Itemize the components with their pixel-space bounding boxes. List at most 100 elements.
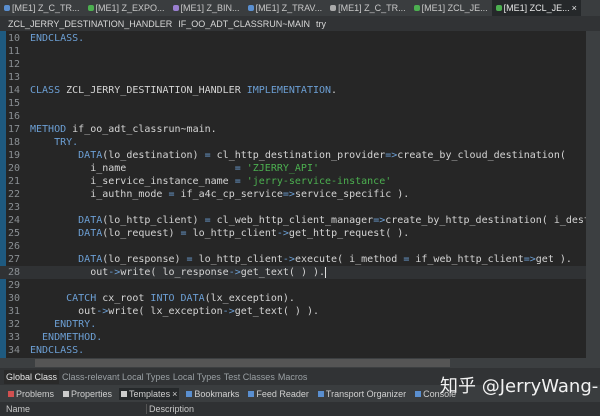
code-text: i_name = 'ZJERRY_API' xyxy=(30,162,319,175)
code-line: 12 xyxy=(0,58,586,71)
line-number: 28 xyxy=(8,267,21,278)
code-line: 32 ENDTRY. xyxy=(0,318,586,331)
code-text: DATA(lo_response) = lo_http_client->exec… xyxy=(30,253,572,266)
code-line: 15 xyxy=(0,97,586,110)
line-number: 16 xyxy=(8,111,21,122)
line-number: 26 xyxy=(8,241,21,252)
view-label: Problems xyxy=(16,388,55,399)
view-icon xyxy=(8,390,14,397)
tab-label: [ME1] Z_C_TR... xyxy=(338,3,406,13)
horizontal-scrollbar[interactable] xyxy=(0,358,600,368)
code-token: get_text( ) ). xyxy=(234,306,320,317)
class-tab[interactable]: Test Classes xyxy=(224,372,275,382)
view-tab[interactable]: Transport Organizer xyxy=(316,388,408,400)
view-tab[interactable]: Problems xyxy=(6,388,56,400)
code-token: => xyxy=(373,215,386,226)
column-name[interactable]: Name xyxy=(6,404,30,414)
editor-tab[interactable]: [ME1] Z_TRAV... xyxy=(244,0,327,16)
code-token: DATA xyxy=(30,228,103,239)
code-token: -> xyxy=(282,254,295,265)
code-text: out->write( lo_response->get_text( ) ). xyxy=(30,266,327,279)
line-number: 12 xyxy=(8,59,21,70)
code-token: create_by_http_destination( i_destinatio… xyxy=(385,215,586,226)
line-number: 20 xyxy=(8,163,21,174)
code-line: 18 TRY. xyxy=(0,136,586,149)
code-line: 28 out->write( lo_response->get_text( ) … xyxy=(0,266,586,279)
line-number: 25 xyxy=(8,228,21,239)
code-token: -> xyxy=(96,306,109,317)
view-icon xyxy=(121,390,128,397)
code-token: CLASS xyxy=(30,85,67,96)
class-tab[interactable]: Macros xyxy=(278,372,308,382)
code-token: (lo_http_client) xyxy=(102,215,205,226)
view-tab[interactable]: Feed Reader xyxy=(246,388,311,400)
column-description[interactable]: Description xyxy=(146,404,194,414)
code-token: out xyxy=(30,306,97,317)
close-icon[interactable]: × xyxy=(172,389,177,399)
editor-tab[interactable]: [ME1] Z_EXPO... xyxy=(84,0,169,16)
editor-tab[interactable]: [ME1] ZCL_JE... × xyxy=(491,0,581,16)
code-token: (lo_destination) xyxy=(102,150,205,161)
class-tab[interactable]: Local Types xyxy=(173,372,221,382)
class-tab[interactable]: Class-relevant Local Types xyxy=(62,372,170,382)
code-text: ENDTRY. xyxy=(30,318,96,331)
line-number: 22 xyxy=(8,189,21,200)
scroll-thumb[interactable] xyxy=(35,359,450,367)
code-editor[interactable]: 10 ENDCLASS. 11 12 13 14 CLASS ZCL_JERRY_DESTI… xyxy=(0,31,586,358)
breadcrumb-block[interactable]: try xyxy=(316,19,326,29)
view-tab[interactable]: Bookmarks xyxy=(184,388,241,400)
code-text: METHOD if_oo_adt_classrun~main. xyxy=(30,123,217,136)
code-line: 20 i_name = 'ZJERRY_API' xyxy=(0,162,586,175)
code-line: 25 DATA(lo_request) = lo_http_client->ge… xyxy=(0,227,586,240)
view-icon xyxy=(415,390,422,397)
code-token: (lx_exception). xyxy=(204,293,295,304)
line-number: 19 xyxy=(8,150,21,161)
line-number: 33 xyxy=(8,332,21,343)
code-token: INTO DATA xyxy=(150,293,205,304)
code-token: = xyxy=(234,176,247,187)
editor-tab[interactable]: [ME1] Z_C_TR... xyxy=(0,0,84,16)
code-token: (lo_request) xyxy=(102,228,181,239)
code-token: => xyxy=(282,189,295,200)
view-tab[interactable]: Templates × xyxy=(119,387,180,400)
editor-tab-bar: [ME1] Z_C_TR... [ME1] Z_EXPO... [ME1] Z_BI… xyxy=(0,0,600,16)
editor-tab[interactable]: [ME1] Z_BIN... xyxy=(169,0,244,16)
code-token: = xyxy=(186,254,199,265)
code-token: ENDCLASS. xyxy=(30,345,85,356)
close-icon[interactable]: × xyxy=(572,3,577,13)
vertical-scrollbar[interactable] xyxy=(586,31,600,358)
code-token: = xyxy=(180,228,193,239)
line-number: 29 xyxy=(8,280,21,291)
line-number: 24 xyxy=(8,215,21,226)
code-token: DATA xyxy=(30,150,103,161)
code-line: 29 xyxy=(0,279,586,292)
code-token: = xyxy=(403,254,416,265)
tab-label: [ME1] Z_TRAV... xyxy=(255,3,323,13)
editor-tab[interactable]: [ME1] ZCL_JE... xyxy=(410,0,492,16)
breadcrumb-method[interactable]: IF_OO_ADT_CLASSRUN~MAIN xyxy=(178,19,310,29)
code-token: lo_http_client xyxy=(192,228,277,239)
view-tab[interactable]: Properties xyxy=(61,388,114,400)
class-tab[interactable]: Global Class xyxy=(4,369,60,384)
code-token: i_name xyxy=(30,163,235,174)
view-label: Transport Organizer xyxy=(325,388,407,399)
view-icon xyxy=(186,390,193,397)
line-number: 15 xyxy=(8,98,21,109)
code-token: out xyxy=(30,267,109,278)
text-caret xyxy=(325,266,327,278)
code-token: get_text( ) ). xyxy=(240,267,326,278)
code-token: ENDMETHOD. xyxy=(30,332,103,343)
code-text: CATCH cx_root INTO DATA(lx_exception). xyxy=(30,292,295,305)
code-line: 26 xyxy=(0,240,586,253)
code-token: 'ZJERRY_API' xyxy=(246,163,319,174)
abap-file-icon xyxy=(413,5,420,11)
code-token: METHOD xyxy=(30,124,73,135)
code-line: 16 xyxy=(0,110,586,123)
code-text: ENDMETHOD. xyxy=(30,331,102,344)
editor-tab[interactable]: [ME1] Z_C_TR... xyxy=(326,0,410,16)
line-number: 11 xyxy=(8,46,21,57)
code-line: 30 CATCH cx_root INTO DATA(lx_exception)… xyxy=(0,292,586,305)
breadcrumb-class[interactable]: ZCL_JERRY_DESTINATION_HANDLER xyxy=(8,19,172,29)
code-token: if_a4c_cp_service xyxy=(180,189,283,200)
code-token: if_oo_adt_classrun~main. xyxy=(72,124,217,135)
